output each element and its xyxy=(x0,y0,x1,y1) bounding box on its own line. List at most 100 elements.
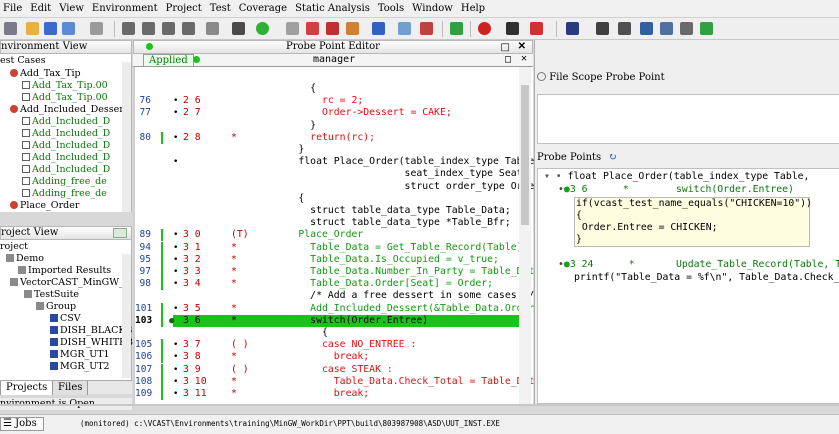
checkbox-icon[interactable] xyxy=(22,153,30,161)
menu-test[interactable]: Test xyxy=(207,3,236,14)
test-group-item[interactable]: Add_Tax_Tip xyxy=(10,68,81,80)
print-icon[interactable] xyxy=(90,22,103,35)
project-tree-item[interactable]: TestSuite xyxy=(24,289,79,301)
lint-icon[interactable] xyxy=(478,22,491,35)
play-icon[interactable] xyxy=(566,22,579,35)
test-case-item[interactable]: Add_Included_D xyxy=(22,128,110,140)
code-line[interactable]: float Place_Order(table_index_type Table… xyxy=(263,156,540,168)
probe-point-icon[interactable]: ● xyxy=(169,315,174,327)
code-line[interactable]: Place_Order xyxy=(263,229,363,241)
bullet-icon[interactable]: • xyxy=(173,388,178,400)
code-line[interactable]: } xyxy=(263,120,316,132)
restore-icon[interactable]: □ xyxy=(501,42,510,53)
checkbox-icon[interactable] xyxy=(22,81,30,89)
code-line[interactable]: struct order_type Order) xyxy=(263,181,547,193)
test-case-item[interactable]: Adding_free_de xyxy=(22,188,107,200)
console-icon[interactable] xyxy=(618,22,631,35)
project-tree-item[interactable]: Group xyxy=(36,301,76,313)
files-tab[interactable]: Files xyxy=(52,381,89,395)
project-tree-item[interactable]: CSV xyxy=(50,313,81,325)
code-line[interactable]: return(rc); xyxy=(263,132,375,144)
code-line[interactable]: struct table_data_type Table_Data; xyxy=(263,205,511,217)
probe-point-2[interactable]: •●3 24 * Update_Table_Record(Table, T xyxy=(558,259,839,271)
code-line[interactable]: rc = 2; xyxy=(263,95,363,107)
menu-static-analysis[interactable]: Static Analysis xyxy=(292,3,375,14)
code-line[interactable]: Order->Dessert = CAKE; xyxy=(263,107,452,119)
code-line[interactable]: case STEAK : xyxy=(263,364,393,376)
file-scope-radio[interactable] xyxy=(537,72,546,81)
code-line[interactable]: { xyxy=(263,193,304,205)
file-restore-icon[interactable]: □ xyxy=(505,54,511,65)
code-line[interactable]: /* Add a free dessert in some cases */ xyxy=(263,290,534,302)
menu-window[interactable]: Window xyxy=(409,3,458,14)
jobs-tab[interactable]: ☰ Jobs xyxy=(0,417,44,431)
bullet-icon[interactable]: • xyxy=(173,156,178,168)
code-line[interactable]: Table_Data.Order[Seat] = Order; xyxy=(263,278,493,290)
code-line[interactable]: } xyxy=(263,144,304,156)
code-editor[interactable]: {76 • 2 6 rc = 2; 77 • 2 7 Order->Dessert = C… xyxy=(133,67,546,404)
checkbox-icon[interactable] xyxy=(22,165,30,173)
project-scrollbar[interactable] xyxy=(122,254,131,378)
checkbox-icon[interactable] xyxy=(22,141,30,149)
layout-icon[interactable] xyxy=(398,22,411,35)
project-tree-item[interactable]: DISH_BLACKB xyxy=(50,325,132,337)
project-tree-item[interactable]: Imported Results xyxy=(18,265,111,277)
new-icon[interactable] xyxy=(4,22,17,35)
database-icon[interactable] xyxy=(660,22,673,35)
test-case-item[interactable]: Add_Included_D xyxy=(22,152,110,164)
test-case-item[interactable]: Add_Included_D xyxy=(22,140,110,152)
bullet-icon[interactable]: • xyxy=(173,132,178,144)
project-tree-item[interactable]: MGR_UT2 xyxy=(50,361,110,373)
settings-icon[interactable] xyxy=(680,22,693,35)
menu-file[interactable]: File xyxy=(0,3,27,14)
run-icon[interactable] xyxy=(256,22,269,35)
save-all-icon[interactable] xyxy=(62,22,75,35)
project-tree-item[interactable]: MGR_UT1 xyxy=(50,349,110,361)
test-group-item[interactable]: Place_Order xyxy=(10,200,79,212)
file-scope-row[interactable]: File Scope Probe Point xyxy=(537,72,665,83)
code-line[interactable]: break; xyxy=(263,351,369,363)
save-icon[interactable] xyxy=(44,22,57,35)
coverage-icon[interactable] xyxy=(346,22,359,35)
code-line[interactable]: { xyxy=(263,327,328,339)
check-icon[interactable] xyxy=(530,22,543,35)
checkbox-icon[interactable] xyxy=(22,129,30,137)
tree-icon[interactable] xyxy=(640,22,653,35)
bullet-icon[interactable]: • xyxy=(173,266,178,278)
build-icon[interactable] xyxy=(206,22,219,35)
project-tree-item[interactable]: VectorCAST_MinGW_C xyxy=(10,277,131,289)
bullet-icon[interactable]: • xyxy=(173,351,178,363)
test-case-item[interactable]: Add_Tax_Tip.00 xyxy=(22,92,108,104)
editor-scrollbar[interactable] xyxy=(519,67,531,404)
probe-points-tree[interactable]: ▾ • float Place_Order(table_index_type T… xyxy=(537,168,839,404)
menu-edit[interactable]: Edit xyxy=(27,3,56,14)
environment-view-header[interactable]: nvironment View xyxy=(0,40,132,54)
code-line[interactable]: seat_index_type Seat, xyxy=(263,168,529,180)
probe-refresh-icon[interactable]: ↻ xyxy=(608,152,616,163)
bullet-icon[interactable]: • xyxy=(173,107,178,119)
menu-view[interactable]: View xyxy=(56,3,89,14)
bullet-icon[interactable]: • xyxy=(173,254,178,266)
checkbox-icon[interactable] xyxy=(22,93,30,101)
bullet-icon[interactable]: • xyxy=(173,303,178,315)
bullet-icon[interactable]: • xyxy=(173,242,178,254)
code-line[interactable]: Table_Data.Check_Total = Table_Data. xyxy=(263,376,546,388)
arrow-down-double-icon[interactable] xyxy=(182,22,195,35)
bullet-icon[interactable]: • xyxy=(173,229,178,241)
project-tree[interactable]: roject Demo Imported Results VectorCAST_Mi… xyxy=(0,240,133,380)
close-icon[interactable]: ✕ xyxy=(518,41,526,53)
code-line[interactable]: Table_Data.Number_In_Party = Table_Data. xyxy=(263,266,546,278)
bullet-icon[interactable]: • xyxy=(173,339,178,351)
code-line[interactable]: struct table_data_type *Table_Bfr; xyxy=(263,217,511,229)
bullet-icon[interactable]: • xyxy=(173,364,178,376)
terminal-icon[interactable] xyxy=(596,22,609,35)
code-line[interactable]: case NO_ENTREE : xyxy=(263,339,416,351)
open-folder-icon[interactable] xyxy=(26,22,39,35)
env-scrollbar[interactable] xyxy=(122,62,131,212)
checkbox-icon[interactable] xyxy=(22,177,30,185)
file-tab-label[interactable]: manager xyxy=(313,54,355,65)
code-line[interactable]: Add_Included_Dessert(&Table_Data.Order[S xyxy=(263,303,546,315)
code-line[interactable]: Table_Data.Is_Occupied = v_true; xyxy=(263,254,499,266)
project-tree-item[interactable]: Demo xyxy=(6,253,44,265)
bullet-icon[interactable]: • xyxy=(173,95,178,107)
